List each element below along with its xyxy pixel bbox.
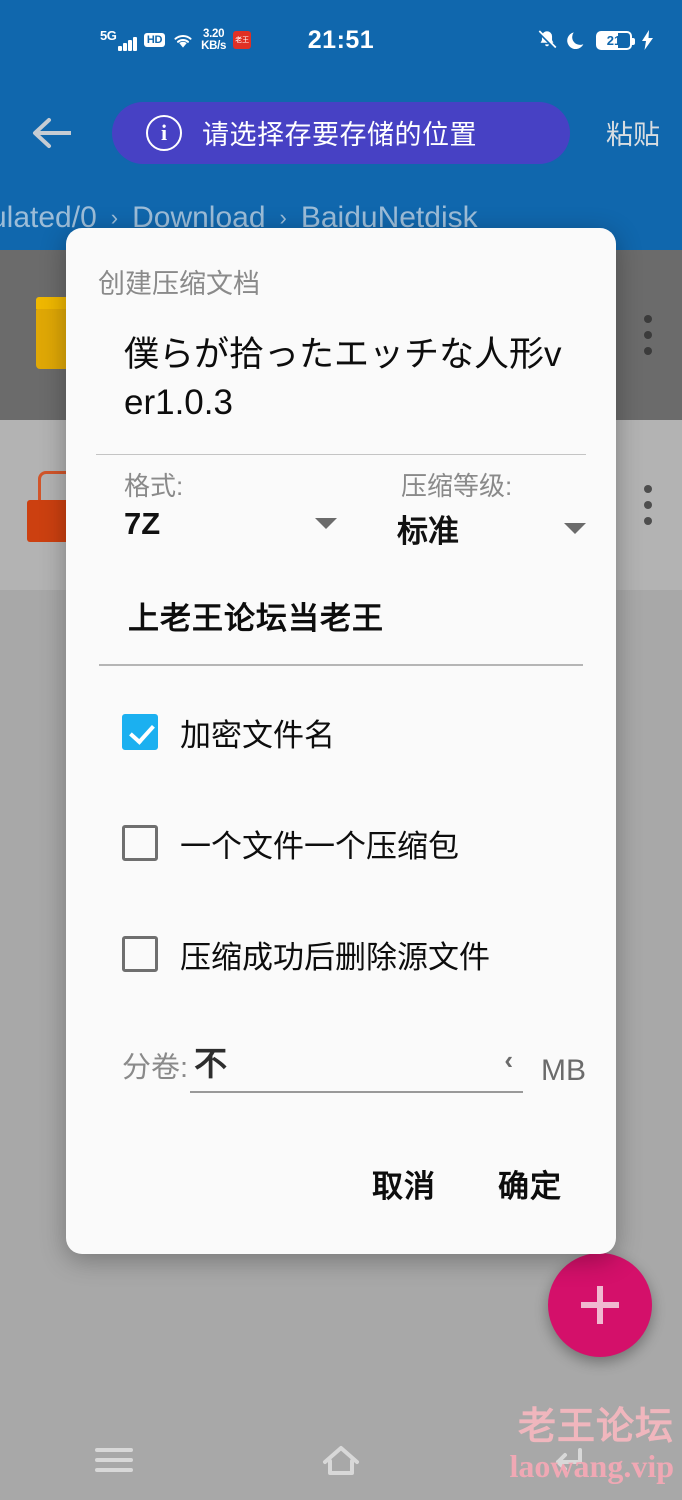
back-arrow-icon bbox=[556, 1448, 583, 1471]
app-toolbar: i 请选择存要存储的位置 粘贴 bbox=[0, 80, 682, 185]
system-nav-bar bbox=[0, 1420, 682, 1500]
dialog-actions: 取消 确定 bbox=[96, 1161, 586, 1206]
status-bar-left-icons: 5G HD 3.20 KB/s 老王 bbox=[100, 28, 252, 53]
moon-dnd-icon bbox=[567, 32, 584, 50]
create-archive-dialog: 创建压缩文档 僕らが拾ったエッチな人形ver1.0.3 格式: 7Z 压缩等级:… bbox=[66, 228, 616, 1254]
charging-bolt-icon bbox=[642, 30, 653, 50]
format-spinner[interactable]: 7Z bbox=[124, 506, 351, 542]
dialog-title: 创建压缩文档 bbox=[98, 269, 260, 299]
nav-recents-button[interactable] bbox=[74, 1430, 154, 1490]
speed-unit: KB/s bbox=[201, 40, 227, 52]
confirm-button[interactable]: 确定 bbox=[498, 1161, 562, 1206]
hamburger-icon bbox=[94, 1442, 133, 1478]
nav-back-button[interactable] bbox=[528, 1430, 608, 1490]
checkbox-label: 一个文件一个压缩包 bbox=[180, 828, 459, 864]
paste-button[interactable]: 粘贴 bbox=[606, 113, 660, 152]
format-label: 格式: bbox=[124, 470, 184, 501]
home-icon bbox=[322, 1446, 359, 1475]
arrow-left-icon bbox=[33, 117, 71, 148]
archive-name-input[interactable]: 僕らが拾ったエッチな人形ver1.0.3 bbox=[96, 301, 586, 428]
chevron-down-icon bbox=[564, 522, 586, 534]
add-fab-button[interactable] bbox=[548, 1253, 652, 1357]
phone-screen: 5G HD 3.20 KB/s 老王 21:51 21 i 请选择存要存储的位置… bbox=[0, 0, 682, 1500]
info-circle-icon: i bbox=[146, 114, 182, 151]
checkbox-unchecked-icon[interactable] bbox=[122, 825, 158, 862]
status-bar: 5G HD 3.20 KB/s 老王 21:51 21 bbox=[0, 0, 682, 80]
hd-icon: HD bbox=[143, 32, 166, 48]
split-unit-label: MB bbox=[541, 1053, 586, 1087]
checkbox-unchecked-icon[interactable] bbox=[122, 936, 158, 973]
app-badge-icon: 老王 bbox=[233, 31, 252, 49]
status-bar-right-icons: 21 bbox=[536, 29, 654, 51]
info-snackbar[interactable]: i 请选择存要存储的位置 bbox=[112, 101, 570, 164]
split-volume-row: 分卷: 不 ‹ MB bbox=[96, 1037, 586, 1093]
checkbox-row-delete-source[interactable]: 压缩成功后删除源文件 bbox=[96, 932, 586, 977]
app-badge-label: 老王 bbox=[235, 35, 250, 44]
split-value: 不 bbox=[194, 1044, 228, 1082]
snackbar-message: 请选择存要存储的位置 bbox=[202, 120, 477, 150]
split-size-input[interactable]: 不 ‹ bbox=[190, 1037, 523, 1093]
format-level-row: 格式: 7Z 压缩等级: 标准 bbox=[96, 455, 586, 551]
battery-level-label: 21 bbox=[606, 32, 622, 48]
divider bbox=[99, 663, 583, 666]
more-vertical-icon[interactable] bbox=[644, 315, 652, 355]
chevron-right-icon: › bbox=[279, 204, 287, 230]
checkbox-row-encrypt-filenames[interactable]: 加密文件名 bbox=[96, 710, 586, 755]
checkbox-label: 加密文件名 bbox=[180, 717, 335, 753]
checkbox-label: 压缩成功后删除源文件 bbox=[180, 939, 490, 975]
speed-value: 3.20 bbox=[203, 27, 225, 40]
network-speed-icon: 3.20 KB/s bbox=[201, 28, 226, 53]
level-value: 标准 bbox=[397, 513, 459, 549]
status-bar-clock: 21:51 bbox=[307, 25, 375, 54]
plus-icon bbox=[579, 1284, 621, 1326]
battery-icon: 21 bbox=[596, 30, 635, 50]
chevron-left-icon[interactable]: ‹ bbox=[504, 1045, 513, 1076]
checkbox-row-one-archive-per-file[interactable]: 一个文件一个压缩包 bbox=[96, 821, 586, 866]
split-label: 分卷: bbox=[122, 1051, 189, 1084]
nav-home-button[interactable] bbox=[301, 1430, 381, 1490]
checkbox-checked-icon[interactable] bbox=[122, 714, 158, 751]
cancel-button[interactable]: 取消 bbox=[372, 1161, 436, 1206]
network-type-label: 5G bbox=[100, 28, 117, 43]
level-spinner[interactable]: 标准 bbox=[359, 506, 586, 551]
chevron-right-icon: › bbox=[110, 204, 119, 230]
more-vertical-icon[interactable] bbox=[644, 485, 652, 525]
bell-muted-icon bbox=[537, 30, 557, 50]
wifi-icon bbox=[174, 34, 192, 48]
format-value: 7Z bbox=[124, 505, 161, 541]
chevron-down-icon bbox=[315, 518, 337, 530]
level-label: 压缩等级: bbox=[401, 470, 513, 501]
level-spinner-group: 压缩等级: 标准 bbox=[351, 467, 586, 551]
password-input[interactable]: 上老王论坛当老王 bbox=[96, 551, 586, 638]
signal-strength-bars bbox=[118, 35, 137, 51]
format-spinner-group: 格式: 7Z bbox=[96, 467, 351, 551]
back-button[interactable] bbox=[22, 116, 84, 150]
signal-bars-icon: 5G bbox=[100, 29, 137, 51]
